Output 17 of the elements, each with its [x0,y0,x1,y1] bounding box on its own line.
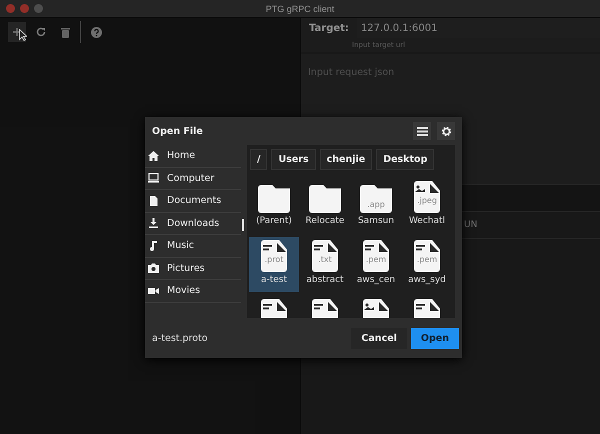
extension-label: .txt [318,255,332,264]
file-name: aws_cen [356,275,396,285]
extension-label: .pem [416,255,438,264]
file-name: (Parent) [256,216,292,226]
extension-label: .app [367,200,385,209]
extension-label: .jpeg [417,196,437,205]
file-name: a-test [260,275,288,285]
file-name: Relocate [306,216,344,226]
target-label: Target: [308,22,350,34]
dialog-title: Open File [152,126,203,136]
extension-label: .pem [366,255,386,264]
window-title: PTG gRPC client [266,4,334,14]
file-name: abstract [306,275,344,285]
extension-label: .prot [264,255,284,264]
file-name: aws_syd [408,275,446,285]
file-name: Samsun [358,216,394,226]
file-name: Wechatl [408,216,446,226]
